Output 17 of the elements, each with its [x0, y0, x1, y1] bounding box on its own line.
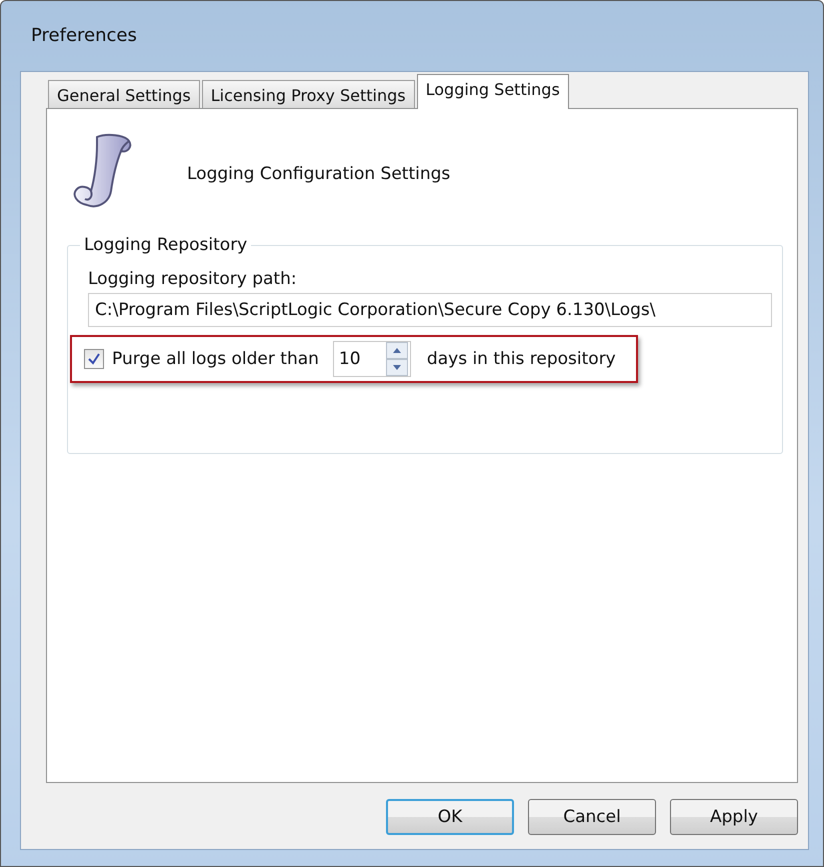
path-field[interactable]: C:\Program Files\ScriptLogic Corporation\Secure Copy 6.130\Logs\	[88, 293, 772, 327]
dialog-button[interactable]: OK	[386, 799, 514, 835]
checkbox-suffix: days in this repository	[426, 349, 616, 369]
tab[interactable]: Licensing Proxy Settings	[202, 80, 415, 108]
checkbox-label: Purge all logs older than	[112, 349, 319, 369]
checkbox[interactable]	[84, 349, 104, 369]
tab[interactable]: General Settings	[48, 80, 200, 108]
days-spinner[interactable]: 10	[332, 341, 411, 377]
dialog-button[interactable]: Apply	[670, 799, 798, 835]
check-icon	[87, 352, 101, 366]
field-label: Logging repository path:	[88, 269, 298, 289]
dialog-button[interactable]: Cancel	[528, 799, 656, 835]
section-heading: Logging Configuration Settings	[187, 164, 450, 184]
group-title: Logging Repository	[83, 235, 248, 255]
spin-arrows-icon[interactable]	[386, 342, 408, 376]
window-title: Preferences	[31, 24, 137, 46]
tab[interactable]: Logging Settings	[416, 74, 569, 109]
